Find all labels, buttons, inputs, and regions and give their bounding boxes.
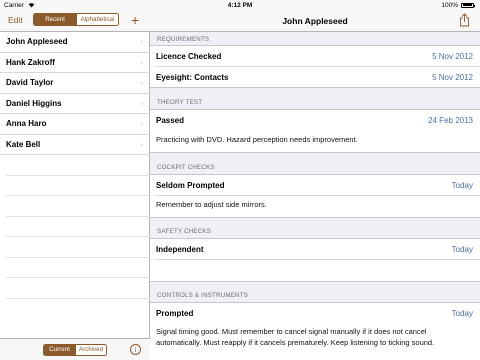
share-icon[interactable] bbox=[459, 13, 470, 27]
master-nav-bar: Edit Recent Alphabetical + bbox=[0, 10, 150, 32]
empty-row bbox=[6, 237, 150, 258]
section-header-requirements: REQUIREMENTS bbox=[157, 36, 210, 43]
student-list: John Appleseed › Hank Zakroff › David Ta… bbox=[0, 32, 150, 299]
empty-row bbox=[6, 196, 150, 217]
theory-note-row[interactable]: Practicing with DVD. Hazard perception n… bbox=[150, 131, 480, 152]
section-header-controls-instruments: CONTROLS & INSTRUMENTS bbox=[157, 292, 249, 299]
empty-row bbox=[6, 258, 150, 278]
row-label: Prompted bbox=[156, 308, 194, 318]
student-name: Anna Haro bbox=[6, 119, 47, 128]
battery-percentage: 100% bbox=[441, 1, 458, 9]
status-bar: Carrier 4:12 PM 100% bbox=[0, 0, 480, 10]
list-item[interactable]: Kate Bell › bbox=[0, 135, 150, 155]
empty-row bbox=[6, 278, 150, 299]
safety-status-row[interactable]: Independent Today bbox=[150, 238, 480, 259]
row-label: Licence Checked bbox=[156, 51, 222, 61]
section-header-cockpit-checks: COCKPIT CHECKS bbox=[157, 164, 215, 171]
list-item[interactable]: John Appleseed › bbox=[0, 32, 150, 53]
cockpit-status-row[interactable]: Seldom Prompted Today bbox=[150, 174, 480, 195]
theory-status-row[interactable]: Passed 24 Feb 2013 bbox=[150, 109, 480, 131]
empty-row bbox=[6, 217, 150, 237]
page-title: John Appleseed bbox=[282, 16, 348, 26]
segment-alphabetical[interactable]: Alphabetical bbox=[76, 14, 118, 25]
section-header-safety-checks: SAFETY CHECKS bbox=[157, 228, 212, 235]
cockpit-note-row[interactable]: Remember to adjust side mirrors. bbox=[150, 195, 480, 217]
row-date: Today bbox=[451, 308, 473, 318]
row-label: Seldom Prompted bbox=[156, 180, 225, 190]
edit-button[interactable]: Edit bbox=[8, 15, 23, 25]
segment-archived[interactable]: Archived bbox=[75, 345, 106, 355]
divider bbox=[150, 87, 480, 88]
chevron-right-icon: › bbox=[140, 139, 143, 149]
safety-note-row[interactable] bbox=[150, 259, 480, 281]
student-name: Hank Zakroff bbox=[6, 57, 55, 67]
student-name: John Appleseed bbox=[6, 37, 68, 46]
note-text: Remember to adjust side mirrors. bbox=[156, 199, 267, 209]
list-item[interactable]: David Taylor › bbox=[0, 73, 150, 94]
row-label: Passed bbox=[156, 115, 185, 125]
chevron-right-icon: › bbox=[140, 57, 143, 67]
clock: 4:12 PM bbox=[227, 1, 253, 9]
divider bbox=[150, 216, 480, 218]
controls-status-row[interactable]: Prompted Today bbox=[150, 302, 480, 324]
empty-row bbox=[6, 176, 150, 196]
master-toolbar: Current Archived i bbox=[0, 338, 150, 360]
battery-icon bbox=[461, 2, 476, 8]
chevron-right-icon: › bbox=[140, 119, 143, 128]
segment-current[interactable]: Current bbox=[44, 345, 75, 355]
chevron-right-icon: › bbox=[140, 78, 143, 87]
row-date: 5 Nov 2012 bbox=[432, 72, 473, 82]
controls-note-row[interactable]: Signal timing good. Must remember to can… bbox=[150, 324, 480, 360]
row-label: Eyesight: Contacts bbox=[156, 72, 229, 82]
info-icon[interactable]: i bbox=[130, 344, 141, 355]
section-header-theory-test: THEORY TEST bbox=[157, 99, 203, 106]
chevron-right-icon: › bbox=[140, 98, 143, 108]
segment-recent[interactable]: Recent bbox=[34, 14, 76, 25]
note-text: Signal timing good. Must remember to can… bbox=[156, 327, 435, 347]
divider bbox=[150, 280, 480, 282]
requirement-row-licence[interactable]: Licence Checked 5 Nov 2012 bbox=[150, 45, 480, 66]
row-date: 5 Nov 2012 bbox=[432, 51, 473, 61]
requirement-row-eyesight[interactable]: Eyesight: Contacts 5 Nov 2012 bbox=[150, 66, 480, 87]
filter-segmented-control: Current Archived bbox=[43, 344, 107, 356]
student-name: Kate Bell bbox=[6, 139, 41, 149]
empty-row bbox=[6, 155, 150, 176]
list-item[interactable]: Anna Haro › bbox=[0, 114, 150, 135]
detail-nav-bar: John Appleseed bbox=[150, 10, 480, 32]
divider bbox=[150, 152, 480, 153]
row-date: 24 Feb 2013 bbox=[428, 115, 473, 125]
student-list-pane: Edit Recent Alphabetical + John Applesee… bbox=[0, 0, 150, 360]
sort-segmented-control: Recent Alphabetical bbox=[33, 13, 119, 26]
list-item[interactable]: Hank Zakroff › bbox=[0, 53, 150, 73]
list-item[interactable]: Daniel Higgins › bbox=[0, 94, 150, 114]
note-text: Practicing with DVD. Hazard perception n… bbox=[156, 135, 358, 144]
row-date: Today bbox=[451, 244, 473, 254]
row-date: Today bbox=[451, 180, 473, 190]
student-name: Daniel Higgins bbox=[6, 98, 62, 108]
chevron-right-icon: › bbox=[140, 37, 143, 46]
student-detail-pane: John Appleseed REQUIREMENTS Licence Chec… bbox=[150, 0, 480, 360]
add-student-button[interactable]: + bbox=[131, 12, 139, 28]
row-label: Independent bbox=[156, 244, 204, 254]
student-name: David Taylor bbox=[6, 78, 54, 87]
